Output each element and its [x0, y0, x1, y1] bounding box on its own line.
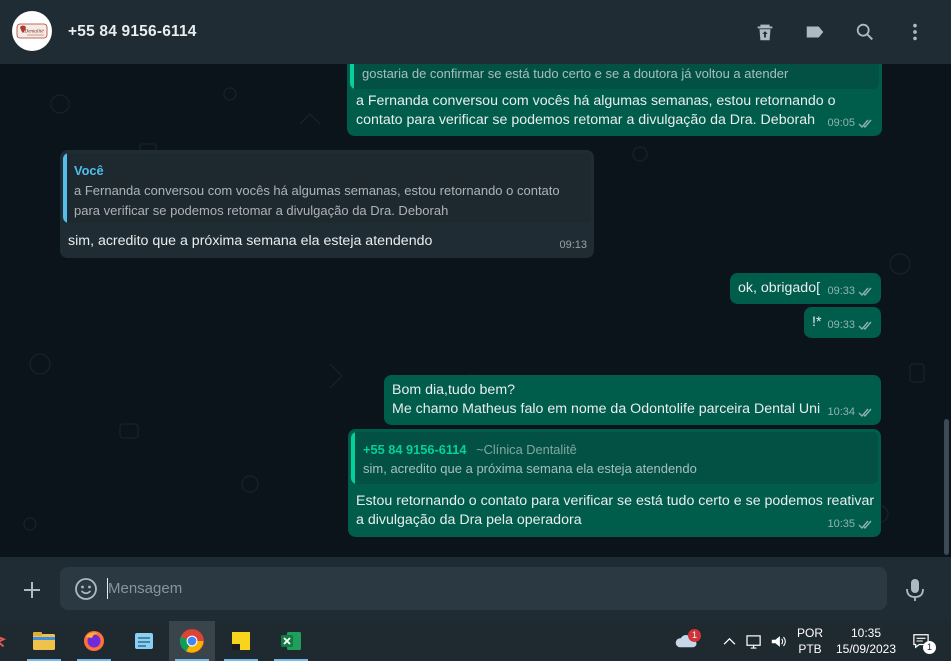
- quote-author-pushname: ~Clínica Dentalitê: [476, 442, 577, 457]
- quote-bar: [63, 153, 67, 223]
- contact-avatar[interactable]: Dentalitê: [12, 11, 52, 51]
- clock-date: 15/09/2023: [835, 642, 897, 656]
- message-time: 09:13: [559, 239, 587, 251]
- notepad-icon[interactable]: [121, 621, 167, 661]
- file-explorer-icon[interactable]: [21, 621, 67, 661]
- quote-text: sim, acredito que a próxima semana ela e…: [363, 461, 697, 476]
- message-input-box[interactable]: [60, 567, 887, 610]
- message-bubble[interactable]: Você a Fernanda conversou com vocês há a…: [60, 150, 594, 258]
- read-ticks-icon: [858, 119, 872, 129]
- message-meta: 10:35: [827, 515, 874, 534]
- message-bubble[interactable]: Bom dia,tudo bem? Me chamo Matheus falo …: [384, 375, 881, 425]
- clock-time: 10:35: [850, 626, 882, 640]
- message-bubble[interactable]: ok, obrigado[ 09:33: [730, 273, 881, 304]
- emoji-icon[interactable]: [74, 577, 98, 601]
- quoted-message[interactable]: Você a Fernanda conversou com vocês há a…: [63, 153, 591, 223]
- quote-author: +55 84 9156-6114 ~Clínica Dentalitê: [363, 440, 577, 459]
- message-text: sim, acredito que a próxima semana ela e…: [68, 233, 433, 249]
- quote-bar: [350, 64, 354, 89]
- read-ticks-icon: [858, 321, 872, 331]
- chat-area[interactable]: gostaria de confirmar se está tudo certo…: [0, 64, 951, 557]
- weather-icon[interactable]: 1: [665, 621, 709, 661]
- message-text: ok, obrigado[: [738, 280, 821, 296]
- message-bubble[interactable]: +55 84 9156-6114 ~Clínica Dentalitê sim,…: [348, 429, 881, 537]
- keyboard-layout: PTB: [798, 642, 822, 656]
- quoted-message[interactable]: gostaria de confirmar se está tudo certo…: [350, 64, 879, 89]
- message-time: 09:33: [827, 285, 855, 297]
- message-text: !*: [812, 314, 822, 330]
- message-text: a Fernanda conversou com vocês há alguma…: [356, 93, 836, 128]
- message-input[interactable]: [108, 571, 868, 606]
- contact-name[interactable]: +55 84 9156-6114: [68, 23, 197, 41]
- message-time: 09:05: [827, 117, 855, 129]
- attach-plus-icon[interactable]: [19, 577, 45, 603]
- pinned-app-icon[interactable]: [0, 621, 14, 661]
- message-composer: [0, 557, 951, 621]
- microphone-icon[interactable]: [904, 577, 926, 603]
- chat-scrollbar[interactable]: [944, 419, 949, 555]
- message-text: Bom dia,tudo bem? Me chamo Matheus falo …: [392, 382, 821, 417]
- system-clock[interactable]: 10:35 15/09/2023: [833, 625, 899, 657]
- quote-bar: [351, 432, 355, 484]
- svg-text:Dentalitê: Dentalitê: [23, 29, 44, 35]
- notification-count: 1: [923, 641, 936, 654]
- more-vert-icon[interactable]: [903, 20, 927, 44]
- search-icon[interactable]: [853, 20, 877, 44]
- message-meta: 09:05: [827, 114, 874, 133]
- quote-text: a Fernanda conversou com vocês há alguma…: [74, 183, 560, 218]
- chrome-icon[interactable]: [169, 621, 215, 661]
- message-meta: 09:33: [827, 316, 874, 335]
- notification-center-icon[interactable]: 1: [903, 621, 939, 661]
- sticky-notes-icon[interactable]: [218, 621, 264, 661]
- read-ticks-icon: [858, 287, 872, 297]
- message-bubble[interactable]: gostaria de confirmar se está tudo certo…: [347, 64, 882, 136]
- quote-text: gostaria de confirmar se está tudo certo…: [362, 66, 789, 81]
- quoted-message[interactable]: +55 84 9156-6114 ~Clínica Dentalitê sim,…: [351, 432, 878, 484]
- message-meta: 09:13: [559, 236, 587, 255]
- message-bubble[interactable]: !* 09:33: [804, 307, 881, 338]
- tray-overflow-chevron-icon[interactable]: [723, 621, 741, 661]
- label-icon[interactable]: [803, 20, 827, 44]
- message-text: Estou retornando o contato para verifica…: [356, 493, 875, 528]
- quote-author-phone: +55 84 9156-6114: [363, 442, 467, 457]
- read-ticks-icon: [858, 520, 872, 530]
- message-time: 09:33: [827, 319, 855, 331]
- message-meta: 09:33: [827, 282, 874, 301]
- chat-header: Dentalitê +55 84 9156-6114: [0, 0, 951, 64]
- firefox-icon[interactable]: [71, 621, 117, 661]
- trash-icon[interactable]: [753, 20, 777, 44]
- windows-taskbar: 1 POR PTB 10:35 15/09/2023 1: [0, 621, 951, 661]
- weather-badge: 1: [688, 629, 701, 642]
- input-language[interactable]: POR PTB: [795, 625, 825, 657]
- message-time: 10:34: [827, 406, 855, 418]
- message-meta: 10:34: [827, 403, 874, 422]
- message-time: 10:35: [827, 518, 855, 530]
- network-icon[interactable]: [746, 621, 764, 661]
- language-code: POR: [796, 626, 823, 640]
- quote-author: Você: [74, 163, 104, 178]
- volume-icon[interactable]: [770, 621, 790, 661]
- excel-icon[interactable]: [268, 621, 314, 661]
- read-ticks-icon: [858, 408, 872, 418]
- dentalite-logo-icon: Dentalitê: [15, 14, 49, 48]
